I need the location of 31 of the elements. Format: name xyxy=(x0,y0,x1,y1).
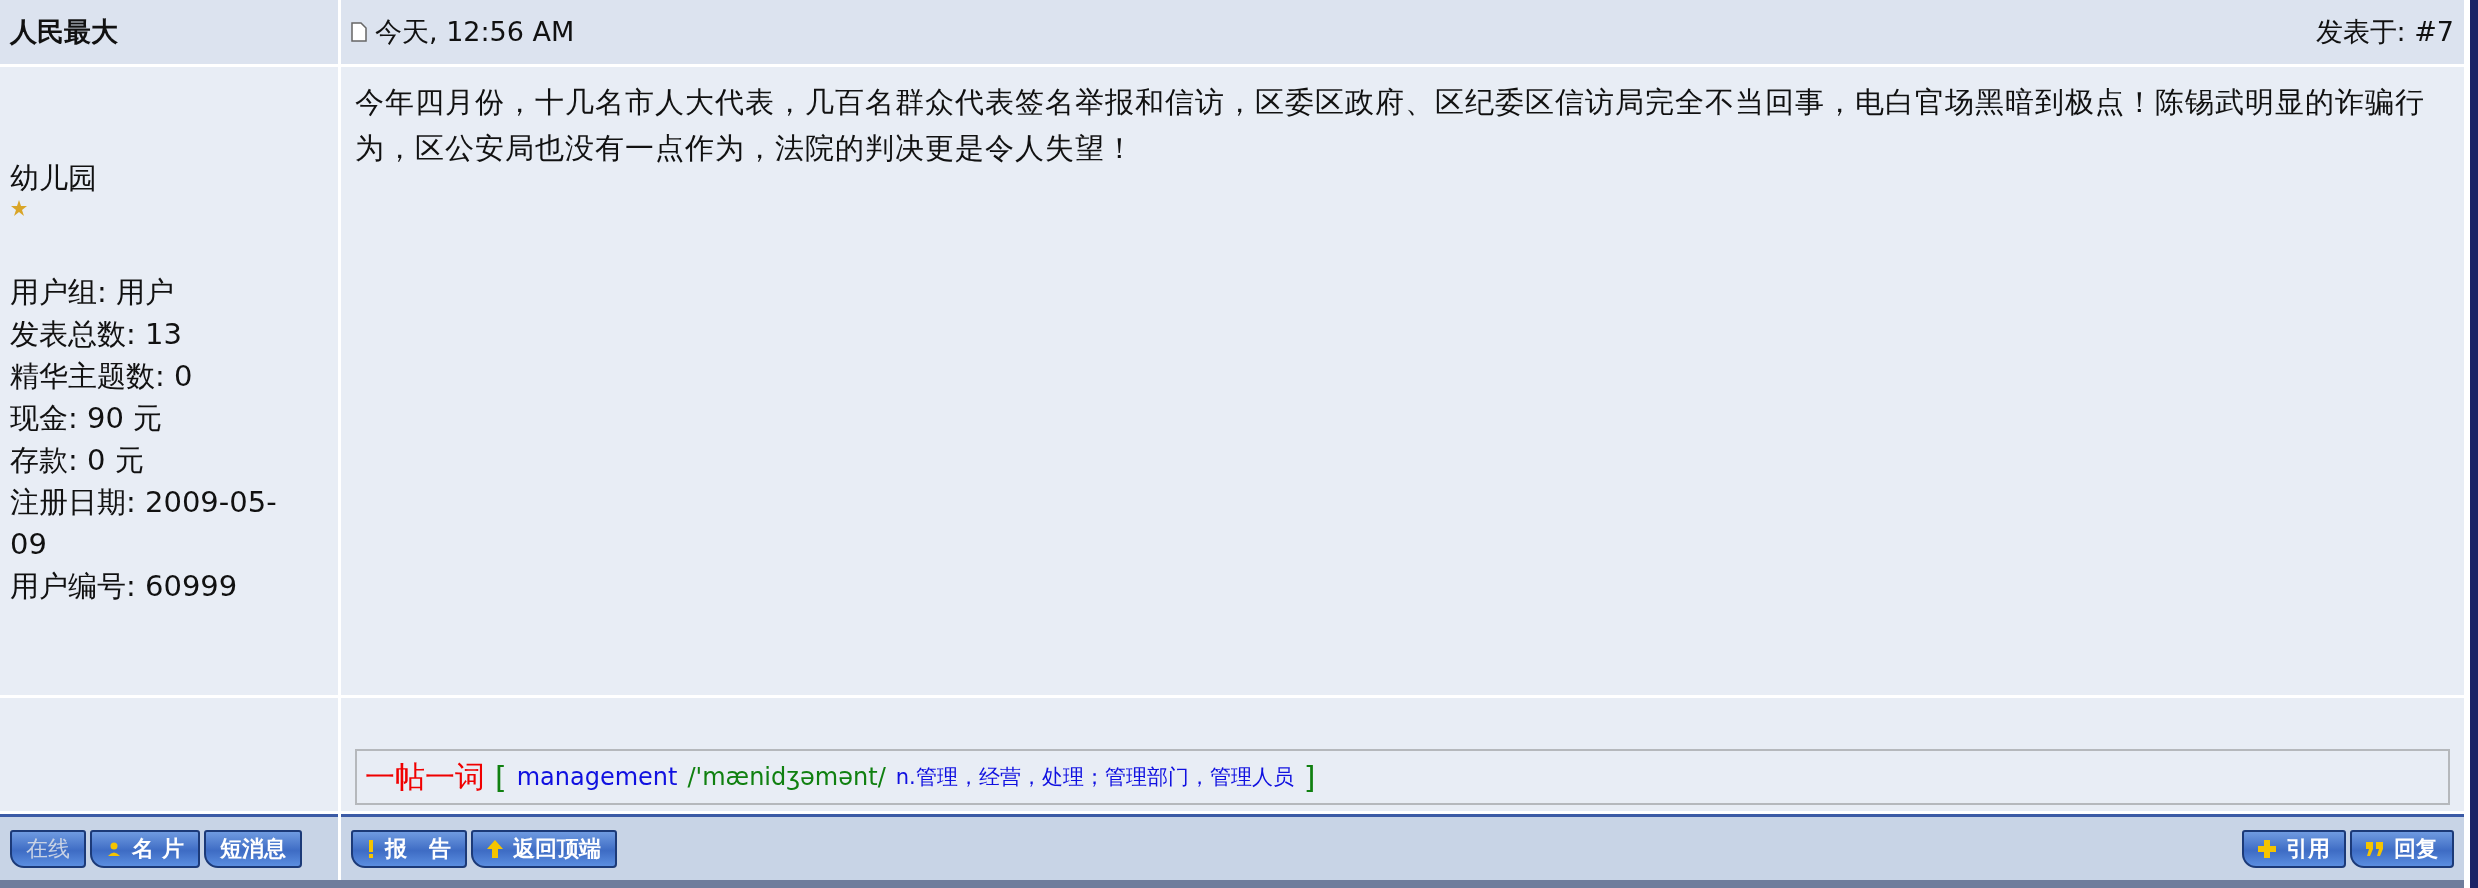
button[interactable]: 回复 xyxy=(2350,829,2454,868)
button[interactable]: 引用 xyxy=(2242,829,2346,868)
user-stat: 存款: 0 元 xyxy=(10,442,145,479)
up-arrow-icon xyxy=(487,839,503,858)
user-stat: 用户编号: 60999 xyxy=(10,568,239,605)
definition: n.管理，经营，处理；管理部门，管理人员 xyxy=(895,764,1294,791)
bracket: ] xyxy=(1303,759,1316,795)
star-icon xyxy=(10,199,28,217)
bracket: [ xyxy=(495,759,507,795)
button[interactable]: 报 告 xyxy=(351,829,467,868)
document-icon xyxy=(351,22,367,42)
author-name[interactable]: 人民最大 xyxy=(10,14,118,50)
button[interactable]: 名 片 xyxy=(90,829,200,868)
user-stat: 精华主题数: 0 xyxy=(10,358,194,395)
user-stat: 用户组: 用户 xyxy=(10,274,175,311)
user-stat: 注册日期: 2009-05-09 xyxy=(10,484,278,563)
post-number[interactable]: 发表于: #7 xyxy=(2315,14,2454,50)
quote-icon xyxy=(2366,841,2384,856)
button[interactable]: 短消息 xyxy=(203,829,302,868)
user-stat: 发表总数: 13 xyxy=(10,316,183,353)
post-time: 今天, 12:56 AM xyxy=(375,15,575,49)
post-body: 今年四月份，十几名市人大代表，几百名群众代表签名举报和信访，区委区政府、区纪委区信访局完全不当回事，电白官场黑暗到极点！陈锡武明显的诈骗行为，区公安局也没有一点作为，法院的判决更是令人失望！ xyxy=(355,85,2425,165)
word-of-day-label: 一帖一词 xyxy=(365,757,485,796)
button[interactable]: 返回顶端 xyxy=(471,829,617,868)
user-stat: 现金: 90 元 xyxy=(10,400,164,437)
person-icon xyxy=(106,840,122,857)
phonetic: /'mænidʒəmənt/ xyxy=(687,763,886,791)
vocabulary-word: management xyxy=(516,763,678,791)
rank-title: 幼儿园 xyxy=(10,160,98,197)
plus-icon xyxy=(2258,839,2276,858)
exclamation-icon xyxy=(367,839,375,858)
